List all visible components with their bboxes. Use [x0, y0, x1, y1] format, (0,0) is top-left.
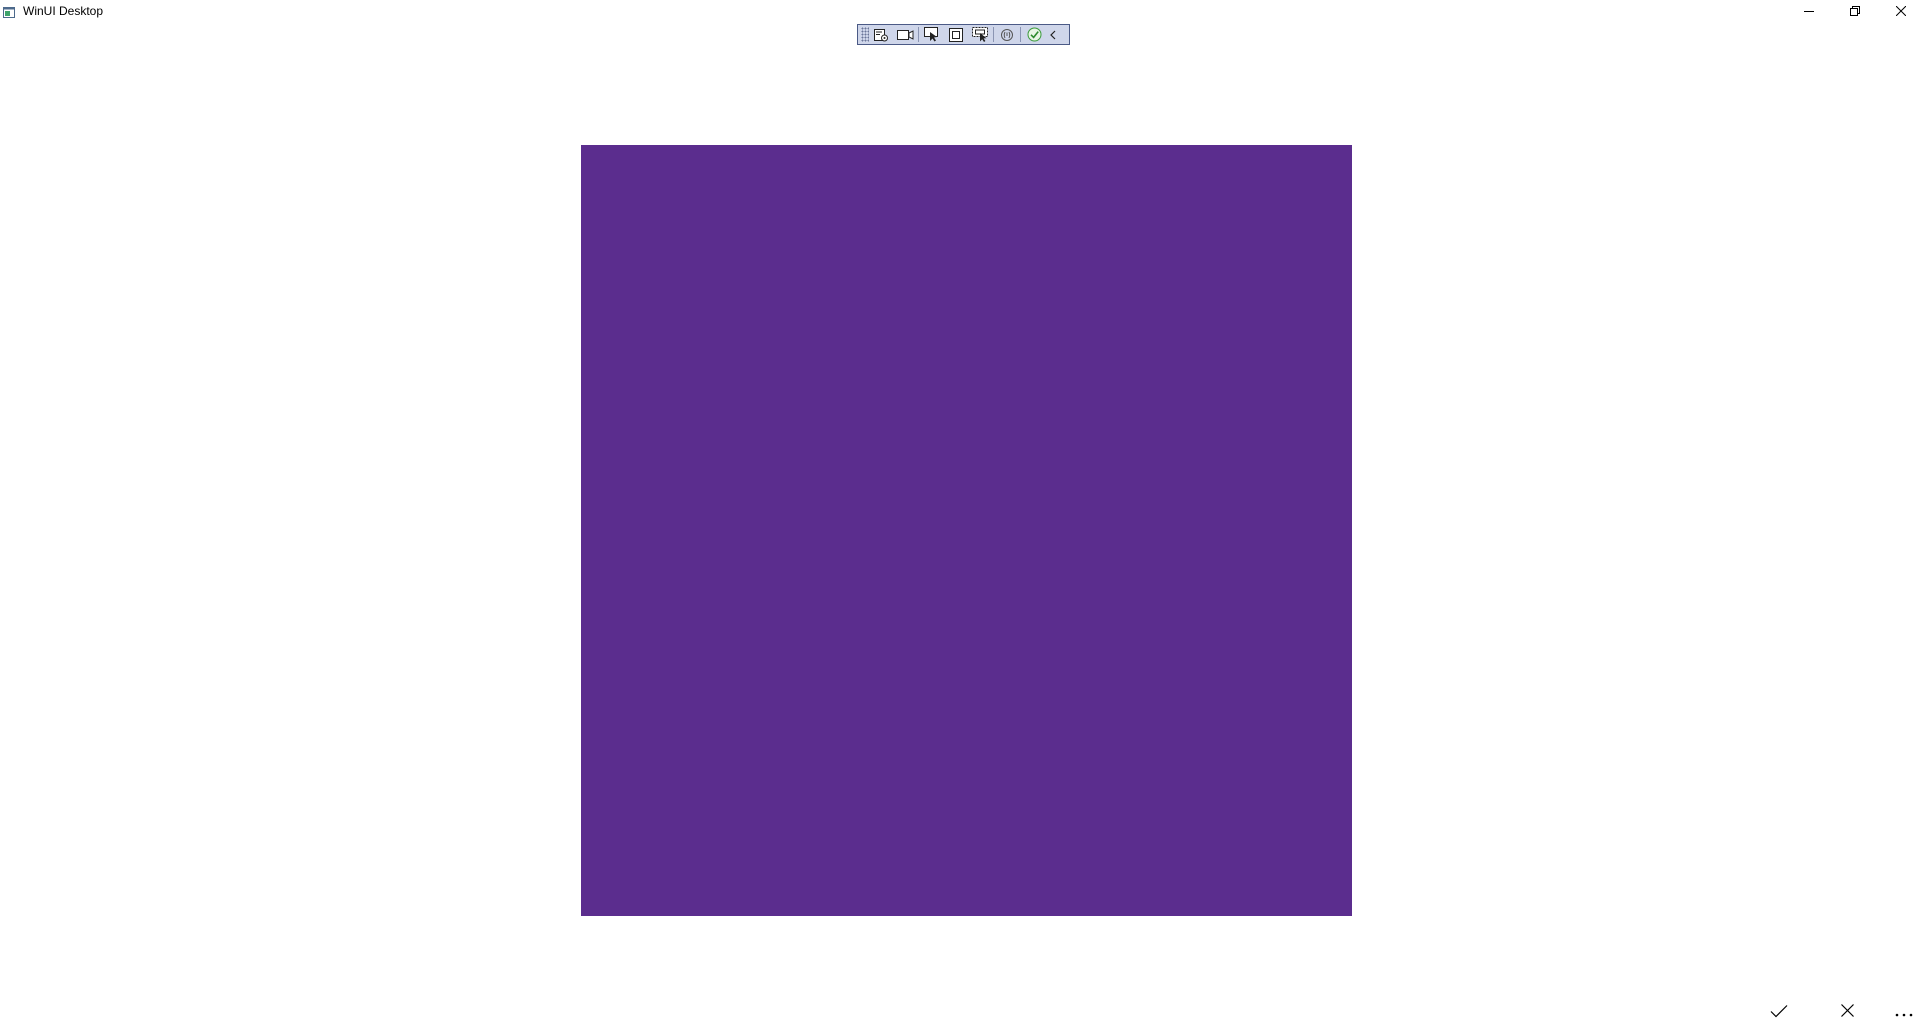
select-element-icon — [924, 27, 940, 42]
more-icon — [1895, 1004, 1913, 1022]
track-focused-element-icon — [971, 27, 989, 42]
show-binding-failures-icon — [1000, 28, 1014, 42]
cancel-button[interactable] — [1827, 998, 1867, 1028]
hot-reload-status-icon — [1027, 27, 1042, 42]
collapse-toolbar-icon — [1049, 30, 1057, 40]
display-layout-adorners-icon — [949, 27, 963, 42]
close-icon — [1840, 1004, 1854, 1022]
restore-button[interactable] — [1832, 0, 1878, 22]
more-options-button[interactable] — [1884, 998, 1920, 1028]
app-window: WinUI Desktop — [0, 0, 1920, 1032]
toolbar-separator — [993, 27, 994, 42]
track-focused-element-button[interactable] — [968, 25, 992, 44]
close-button[interactable] — [1878, 0, 1920, 22]
accept-button[interactable] — [1759, 998, 1799, 1028]
minimize-icon — [1804, 6, 1814, 16]
go-to-live-visual-tree-button[interactable] — [869, 25, 893, 44]
close-icon — [1896, 6, 1906, 16]
select-element-button[interactable] — [920, 25, 944, 44]
toolbar-separator — [918, 27, 919, 42]
video-record-button[interactable] — [893, 25, 917, 44]
purple-square — [581, 145, 1352, 916]
video-camera-icon — [896, 29, 914, 41]
go-to-live-visual-tree-icon — [873, 28, 889, 42]
window-title: WinUI Desktop — [23, 4, 104, 18]
in-app-debug-toolbar — [857, 24, 1070, 45]
app-window-icon — [3, 5, 15, 18]
display-layout-adorners-button[interactable] — [944, 25, 968, 44]
toolbar-separator — [1020, 27, 1021, 42]
title-bar[interactable]: WinUI Desktop — [0, 0, 1920, 22]
show-binding-failures-button[interactable] — [995, 25, 1019, 44]
restore-icon — [1850, 6, 1860, 16]
toolbar-grip-handle[interactable] — [861, 27, 869, 42]
checkmark-icon — [1770, 1004, 1788, 1023]
collapse-toolbar-button[interactable] — [1046, 25, 1060, 44]
hot-reload-status-button[interactable] — [1022, 25, 1046, 44]
minimize-button[interactable] — [1786, 0, 1832, 22]
